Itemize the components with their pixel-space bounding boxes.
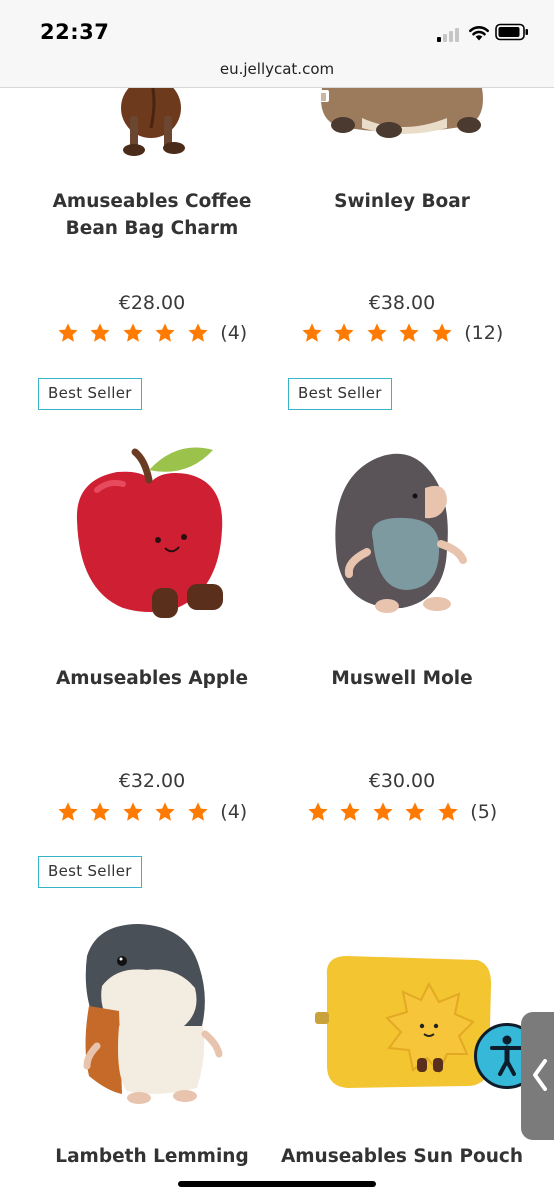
status-time: 22:37 (40, 20, 110, 44)
product-price: €30.00 (368, 770, 436, 792)
star-rating (57, 322, 220, 344)
star-icon (432, 323, 452, 342)
product-name[interactable]: Amuseables Apple (27, 665, 277, 692)
star-icon (373, 802, 393, 821)
star-icon (367, 323, 387, 342)
battery-icon (495, 23, 528, 41)
review-count: (4) (220, 322, 248, 344)
product-name[interactable]: Lambeth Lemming (27, 1143, 277, 1170)
star-icon (123, 802, 143, 821)
browser-url-bar[interactable]: eu.jellycat.com (0, 56, 554, 88)
cellular-signal-icon (437, 26, 463, 42)
star-icon (302, 323, 322, 342)
product-name[interactable]: Muswell Mole (277, 665, 527, 692)
star-icon (58, 323, 78, 342)
star-icon (188, 802, 208, 821)
best-seller-badge: Best Seller (288, 378, 392, 410)
url-text[interactable]: eu.jellycat.com (0, 60, 554, 78)
star-icon (334, 323, 354, 342)
home-indicator[interactable] (178, 1181, 376, 1187)
star-icon (188, 323, 208, 342)
review-count: (4) (220, 801, 248, 823)
star-icon (438, 802, 458, 821)
product-name[interactable]: Swinley Boar (277, 188, 527, 215)
side-drawer-tab[interactable] (521, 1012, 554, 1140)
star-icon (399, 323, 419, 342)
product-image[interactable] (277, 88, 527, 148)
star-icon (155, 802, 175, 821)
star-icon (155, 323, 175, 342)
star-icon (405, 802, 425, 821)
product-image[interactable] (27, 916, 277, 1116)
best-seller-badge: Best Seller (38, 856, 142, 888)
chevron-left-icon (533, 1059, 547, 1091)
star-icon (90, 802, 110, 821)
product-rating: (12) (277, 322, 527, 344)
star-icon (308, 802, 328, 821)
product-name[interactable]: Amuseables Sun Pouch (277, 1143, 527, 1170)
product-price: €28.00 (118, 292, 186, 314)
star-icon (340, 802, 360, 821)
star-icon (123, 323, 143, 342)
product-image[interactable] (27, 440, 277, 630)
star-rating (301, 322, 464, 344)
star-icon (58, 802, 78, 821)
status-bar: 22:37 (0, 0, 554, 60)
product-price: €32.00 (118, 770, 186, 792)
product-image[interactable] (27, 88, 277, 163)
star-rating (307, 801, 470, 823)
product-image[interactable] (277, 916, 527, 1116)
product-price: €38.00 (368, 292, 436, 314)
wifi-icon (469, 26, 489, 41)
product-name[interactable]: Amuseables Coffee Bean Bag Charm (27, 188, 277, 242)
star-rating (57, 801, 220, 823)
review-count: (12) (464, 322, 504, 344)
product-rating: (4) (27, 322, 277, 344)
product-rating: (5) (277, 801, 527, 823)
best-seller-badge: Best Seller (38, 378, 142, 410)
product-rating: (4) (27, 801, 277, 823)
star-icon (90, 323, 110, 342)
review-count: (5) (470, 801, 498, 823)
product-image[interactable] (277, 440, 527, 630)
